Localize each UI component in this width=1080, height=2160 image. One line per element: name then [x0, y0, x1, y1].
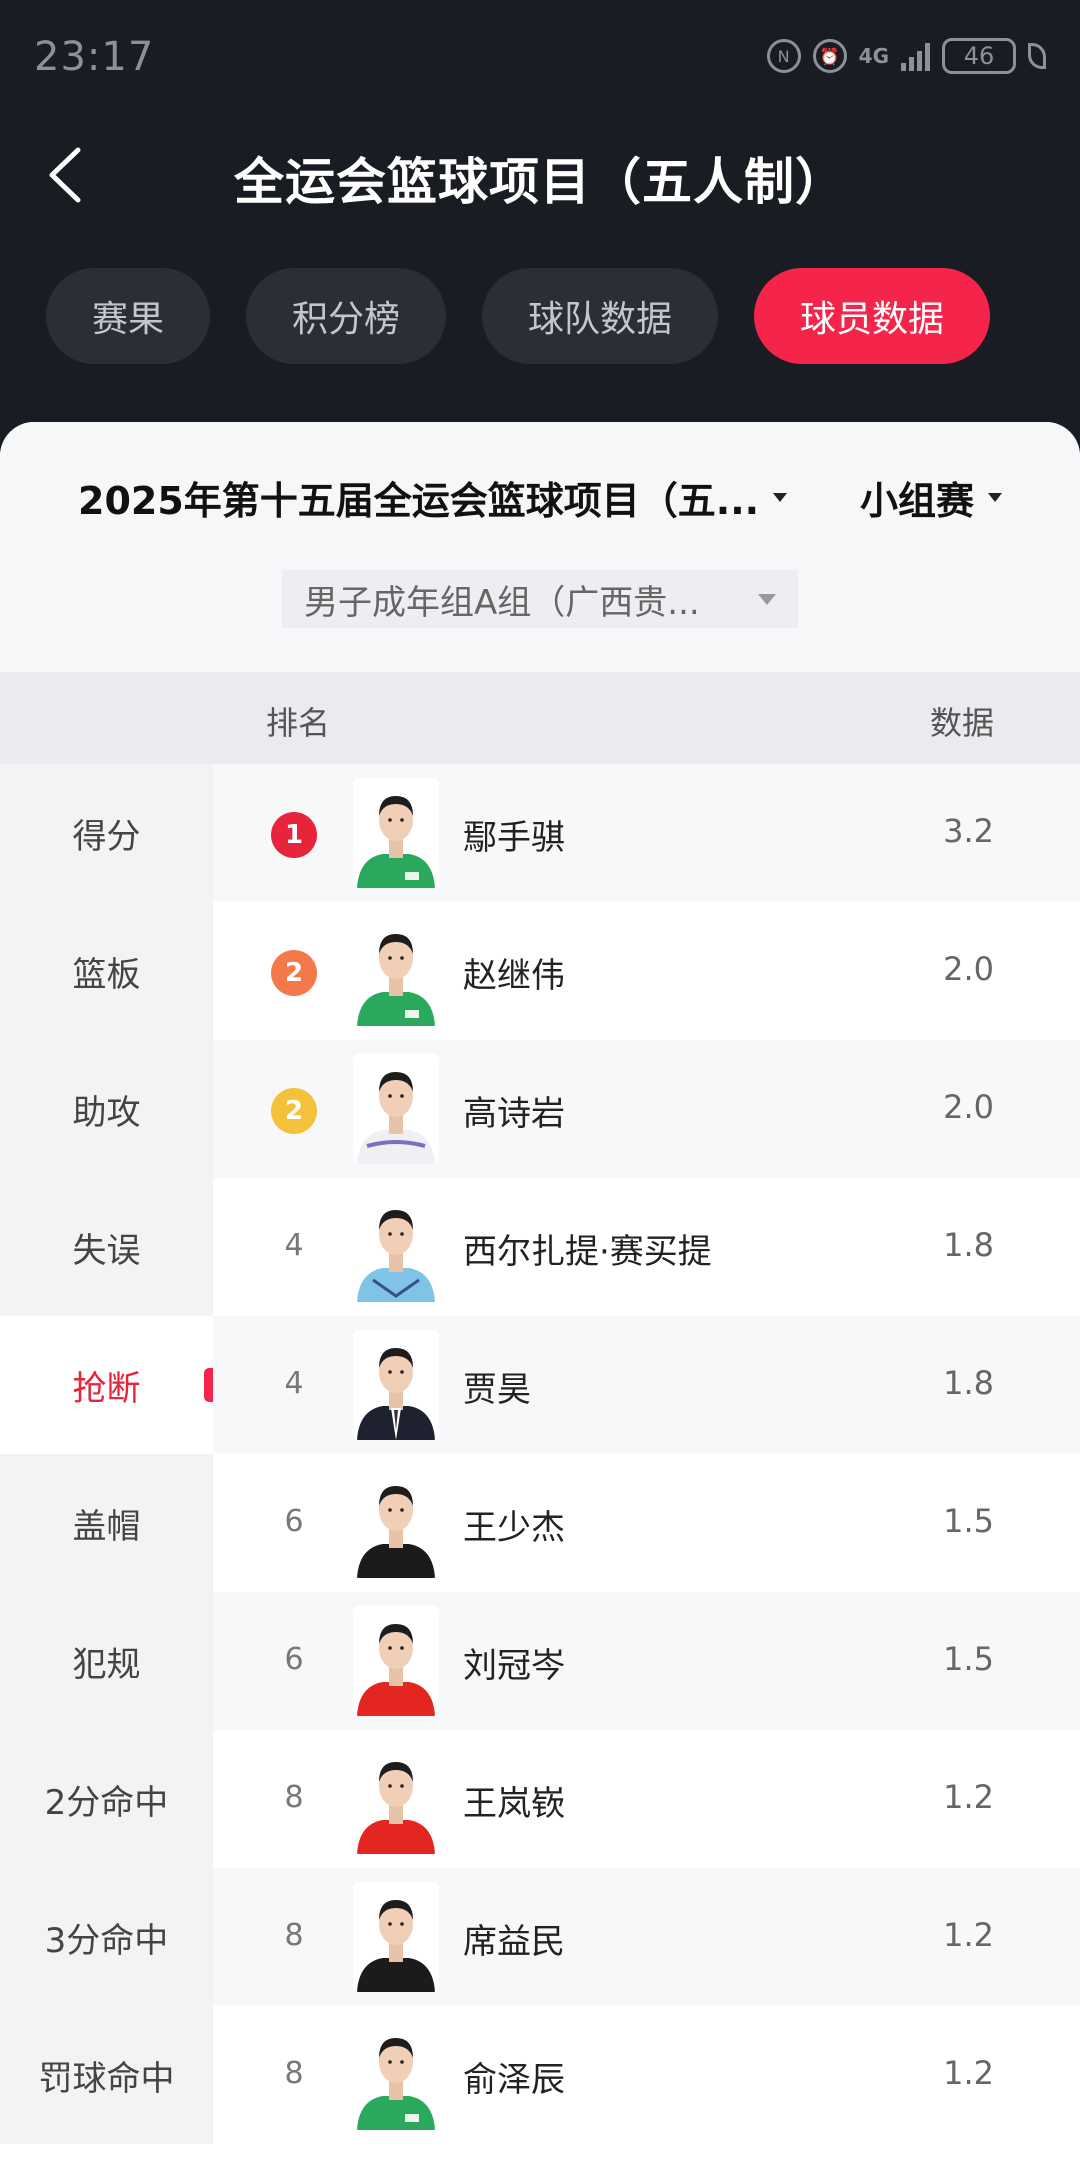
filter-panel: 2025年第十五届全运会篮球项目（五... 小组赛 男子成年组A组（广西贵... — [0, 422, 1080, 672]
player-avatar — [353, 1468, 439, 1578]
stat-value: 1.5 — [943, 1640, 994, 1678]
rank-number: 4 — [284, 1366, 304, 1401]
rank-number: 6 — [284, 1642, 304, 1677]
category-sidebar: 得分 篮板 助攻 失误 抢断 盖帽 犯规 2分命中 3分命中 罚球命中 — [0, 764, 213, 2144]
stat-value: 2.0 — [943, 1088, 994, 1126]
category-item[interactable]: 助攻 — [0, 1040, 213, 1178]
caret-down-icon — [988, 493, 1002, 502]
group-dropdown[interactable]: 男子成年组A组（广西贵... — [282, 570, 798, 628]
player-avatar — [353, 916, 439, 1026]
player-name: 席益民 — [463, 1922, 565, 1962]
stat-value: 1.2 — [943, 2054, 994, 2092]
stat-value: 1.2 — [943, 1778, 994, 1816]
player-avatar — [353, 778, 439, 888]
table-row[interactable]: 8 俞泽辰 1.2 — [213, 2006, 1080, 2144]
value-column-header: 数据 — [929, 704, 994, 742]
player-avatar — [353, 1054, 439, 1164]
player-name: 王少杰 — [463, 1508, 565, 1548]
signal-icon — [901, 41, 930, 71]
table-row[interactable]: 4 西尔扎提·赛买提 1.8 — [213, 1178, 1080, 1316]
network-type: 4G — [858, 44, 889, 68]
rank-column-header: 排名 — [266, 704, 331, 742]
player-name: 贾昊 — [463, 1370, 531, 1410]
page-title: 全运会篮球项目（五人制） — [234, 153, 846, 211]
season-dropdown[interactable]: 2025年第十五届全运会篮球项目（五... — [78, 470, 788, 525]
rank-number: 4 — [284, 1228, 304, 1263]
table-row[interactable]: 6 刘冠岑 1.5 — [213, 1592, 1080, 1730]
table-row[interactable]: 6 王少杰 1.5 — [213, 1454, 1080, 1592]
table-header: 排名 数据 — [0, 672, 1080, 764]
group-label: 男子成年组A组（广西贵... — [304, 582, 700, 623]
rank-medal-badge: 2 — [271, 950, 317, 996]
status-bar: 23:17 N ⏰ 4G 46 — [0, 0, 1080, 110]
player-avatar — [353, 1192, 439, 1302]
rank-number: 8 — [284, 2056, 304, 2091]
player-name: 西尔扎提·赛买提 — [463, 1232, 712, 1272]
player-avatar — [353, 1606, 439, 1716]
app-header: 全运会篮球项目（五人制） — [0, 120, 1080, 230]
stat-value: 1.5 — [943, 1502, 994, 1540]
category-item[interactable]: 盖帽 — [0, 1454, 213, 1592]
player-name: 高诗岩 — [463, 1094, 565, 1134]
rank-medal-badge: 1 — [271, 812, 317, 858]
rank-medal-badge: 2 — [271, 1088, 317, 1134]
player-avatar — [353, 1882, 439, 1992]
tab-player-stats[interactable]: 球员数据 — [754, 268, 991, 364]
stat-value: 1.2 — [943, 1916, 994, 1954]
tab-standings[interactable]: 积分榜 — [246, 268, 447, 364]
category-item[interactable]: 3分命中 — [0, 1868, 213, 2006]
tab-team-stats[interactable]: 球队数据 — [482, 268, 719, 364]
table-row[interactable]: 2 高诗岩 2.0 — [213, 1040, 1080, 1178]
category-item[interactable]: 犯规 — [0, 1592, 213, 1730]
player-avatar — [353, 1330, 439, 1440]
category-item[interactable]: 得分 — [0, 764, 213, 902]
eco-leaf-icon — [1028, 43, 1046, 69]
table-row[interactable]: 2 赵继伟 2.0 — [213, 902, 1080, 1040]
stat-value: 1.8 — [943, 1364, 994, 1402]
caret-down-icon — [773, 493, 788, 502]
status-time: 23:17 — [34, 34, 155, 80]
table-row[interactable]: 8 王岚嵚 1.2 — [213, 1730, 1080, 1868]
player-name: 鄢手骐 — [463, 818, 565, 858]
category-item[interactable]: 抢断 — [0, 1316, 213, 1454]
season-label: 2025年第十五届全运会篮球项目（五... — [78, 479, 760, 523]
category-item[interactable]: 篮板 — [0, 902, 213, 1040]
player-name: 赵继伟 — [463, 956, 565, 996]
player-avatar — [353, 2020, 439, 2130]
player-name: 王岚嵚 — [463, 1784, 565, 1824]
battery-level: 46 — [963, 42, 995, 70]
player-name: 刘冠岑 — [463, 1646, 565, 1686]
alarm-icon: ⏰ — [812, 39, 847, 73]
stat-value: 1.8 — [943, 1226, 994, 1264]
player-name: 俞泽辰 — [463, 2060, 565, 2100]
status-icons: N ⏰ 4G 46 — [766, 38, 1046, 74]
tab-results[interactable]: 赛果 — [46, 268, 211, 364]
table-row[interactable]: 8 席益民 1.2 — [213, 1868, 1080, 2006]
table-row[interactable]: 1 鄢手骐 3.2 — [213, 764, 1080, 902]
caret-down-icon — [758, 593, 776, 605]
rank-number: 6 — [284, 1504, 304, 1539]
rank-number: 8 — [284, 1780, 304, 1815]
player-avatar — [353, 1744, 439, 1854]
table-row[interactable]: 4 贾昊 1.8 — [213, 1316, 1080, 1454]
nfc-icon: N — [766, 39, 801, 73]
tab-bar: 赛果 积分榜 球队数据 球员数据 — [46, 268, 991, 364]
category-item[interactable]: 失误 — [0, 1178, 213, 1316]
stats-card: 2025年第十五届全运会篮球项目（五... 小组赛 男子成年组A组（广西贵...… — [0, 422, 1080, 2160]
battery-icon: 46 — [942, 38, 1016, 74]
category-item[interactable]: 罚球命中 — [0, 2006, 213, 2144]
stat-value: 2.0 — [943, 950, 994, 988]
stage-dropdown[interactable]: 小组赛 — [860, 470, 1002, 525]
category-item[interactable]: 2分命中 — [0, 1730, 213, 1868]
rank-number: 8 — [284, 1918, 304, 1953]
player-ranking-list: 1 鄢手骐 3.2 2 赵继伟 2.0 2 高诗岩 2.0 4 西尔扎提·赛买提 1.8 4 贾昊 1.8 6… — [213, 764, 1080, 2144]
stage-label: 小组赛 — [859, 479, 974, 523]
stat-value: 3.2 — [943, 812, 994, 850]
